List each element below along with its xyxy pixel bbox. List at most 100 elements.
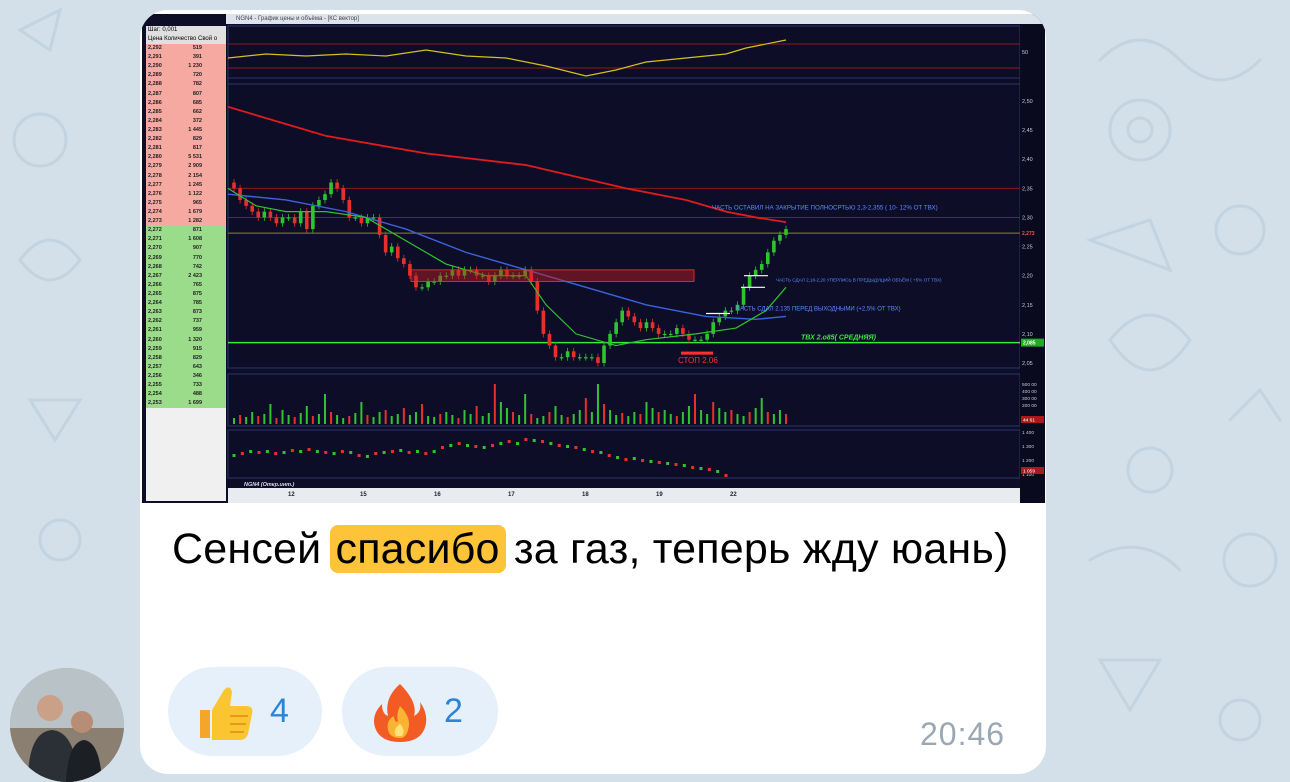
order-book-row[interactable]: 2,256 346 xyxy=(146,371,226,382)
date-axis-tick: 18 xyxy=(582,492,589,498)
volume-bar xyxy=(390,416,393,424)
order-book-row[interactable]: 2,268 742 xyxy=(146,262,226,272)
volume-bar xyxy=(311,416,314,424)
volume-bar xyxy=(421,404,424,424)
order-book-row[interactable]: 2,255 733 xyxy=(146,381,226,391)
order-quantity: 807 xyxy=(192,90,202,97)
message-bubble[interactable]: Шаг: 0,001 Цена Количество Свой о 2,292 5… xyxy=(140,10,1046,774)
volume-bar xyxy=(706,414,709,424)
order-book-row[interactable]: 2,254 488 xyxy=(146,390,226,400)
open-interest-mark xyxy=(657,461,661,464)
order-book-row[interactable]: 2,267 2 423 xyxy=(146,271,226,281)
volume-bar xyxy=(675,416,678,424)
order-book-row[interactable]: 2,262 737 xyxy=(146,317,226,327)
volume-bar xyxy=(384,410,387,424)
order-book-row[interactable]: 2,269 770 xyxy=(146,253,226,263)
order-book-row[interactable]: 2,290 1 230 xyxy=(146,62,226,72)
order-book-row[interactable]: 2,280 5 531 xyxy=(146,153,226,163)
volume-bar xyxy=(439,414,442,424)
open-interest-mark xyxy=(374,452,378,455)
candle-body xyxy=(668,333,673,336)
volume-bar xyxy=(305,406,308,424)
order-book-row[interactable]: 2,277 1 245 xyxy=(146,180,226,190)
volume-bar xyxy=(627,416,630,424)
order-price: 2,274 xyxy=(148,208,162,215)
order-book-row[interactable]: 2,291 391 xyxy=(146,53,226,63)
price-axis-tick: 2,35 xyxy=(1022,186,1033,192)
order-quantity: 829 xyxy=(192,354,202,361)
order-price: 2,254 xyxy=(148,391,162,398)
open-interest-mark xyxy=(682,464,686,467)
order-book-row[interactable]: 2,264 785 xyxy=(146,299,226,309)
order-book-row[interactable]: 2,286 685 xyxy=(146,98,226,108)
fire-icon xyxy=(374,683,427,742)
order-book-row[interactable]: 2,258 829 xyxy=(146,353,226,363)
volume-bar xyxy=(269,404,272,424)
order-price: 2,263 xyxy=(148,309,162,316)
candle-body xyxy=(426,281,430,288)
reaction-thumbs-up[interactable]: 4 xyxy=(168,667,322,756)
message-time: 20:46 xyxy=(920,716,1006,752)
order-book-row[interactable]: 2,273 1 282 xyxy=(146,217,226,227)
volume-bar xyxy=(275,418,278,424)
volume-bar xyxy=(621,413,624,424)
order-book-row[interactable]: 2,276 1 122 xyxy=(146,189,226,199)
order-book-row[interactable]: 2,266 765 xyxy=(146,280,226,290)
order-book-row[interactable]: 2,271 1 608 xyxy=(146,235,226,245)
order-book-row[interactable]: 2,272 871 xyxy=(146,226,226,236)
candle-body xyxy=(383,234,388,253)
volume-bar xyxy=(493,384,496,424)
trading-chart-screenshot[interactable]: Шаг: 0,001 Цена Количество Свой о 2,292 5… xyxy=(142,14,1045,503)
order-book-row[interactable]: 2,285 662 xyxy=(146,107,226,117)
order-book-row[interactable]: 2,259 915 xyxy=(146,344,226,354)
order-book-row[interactable]: 2,282 829 xyxy=(146,135,226,145)
order-book-row[interactable]: 2,292 519 xyxy=(146,44,226,54)
candle-body xyxy=(323,194,327,200)
open-interest-mark xyxy=(557,444,561,447)
sender-avatar[interactable] xyxy=(10,668,124,782)
order-book-row[interactable]: 2,279 2 909 xyxy=(146,162,226,172)
order-book-row[interactable]: 2,274 1 679 xyxy=(146,207,226,218)
open-interest-mark xyxy=(716,470,720,473)
volume-bar xyxy=(281,410,284,424)
order-book-row[interactable]: 2,281 817 xyxy=(146,144,226,154)
highlighted-word: спасибо xyxy=(329,525,506,573)
volume-bar xyxy=(760,398,763,424)
order-book-row[interactable]: 2,253 1 699 xyxy=(146,399,226,409)
candle-body xyxy=(747,275,752,288)
volume-bar xyxy=(518,415,521,424)
open-interest-mark xyxy=(491,444,495,447)
open-interest-mark xyxy=(516,442,520,445)
order-book-row[interactable]: 2,283 1 445 xyxy=(146,125,226,136)
order-book-row[interactable]: 2,275 965 xyxy=(146,198,226,208)
order-book-row[interactable]: 2,265 875 xyxy=(146,289,226,300)
volume-bar xyxy=(293,417,296,424)
order-quantity: 2 423 xyxy=(188,272,202,279)
order-price: 2,278 xyxy=(148,172,162,179)
order-price: 2,260 xyxy=(148,336,162,343)
order-book-row[interactable]: 2,270 907 xyxy=(146,244,226,254)
price-axis-tick: 2,30 xyxy=(1022,215,1033,221)
order-quantity: 871 xyxy=(192,227,202,234)
order-book-row[interactable]: 2,278 2 154 xyxy=(146,171,226,181)
order-book-row[interactable]: 2,284 372 xyxy=(146,116,226,126)
reaction-fire[interactable]: 2 xyxy=(342,667,498,756)
open-interest-mark xyxy=(599,451,603,454)
order-book-row[interactable]: 2,261 959 xyxy=(146,326,226,336)
volume-bar xyxy=(554,406,557,424)
order-book-row[interactable]: 2,287 807 xyxy=(146,89,226,99)
volume-bar xyxy=(754,408,757,424)
open-interest-mark xyxy=(307,448,311,451)
volume-bar xyxy=(263,414,266,424)
candle-body xyxy=(596,357,600,363)
order-price: 2,275 xyxy=(148,199,162,206)
price-axis-tick: 2,45 xyxy=(1022,128,1033,134)
order-book-row[interactable]: 2,289 720 xyxy=(146,71,226,81)
order-book-row[interactable]: 2,288 782 xyxy=(146,80,226,90)
resistance-zone xyxy=(410,269,695,282)
order-price: 2,291 xyxy=(148,54,162,61)
order-book-row[interactable]: 2,260 1 320 xyxy=(146,335,226,345)
volume-bar xyxy=(330,412,333,424)
order-book-row[interactable]: 2,263 873 xyxy=(146,308,226,318)
order-book-row[interactable]: 2,257 643 xyxy=(146,362,226,372)
